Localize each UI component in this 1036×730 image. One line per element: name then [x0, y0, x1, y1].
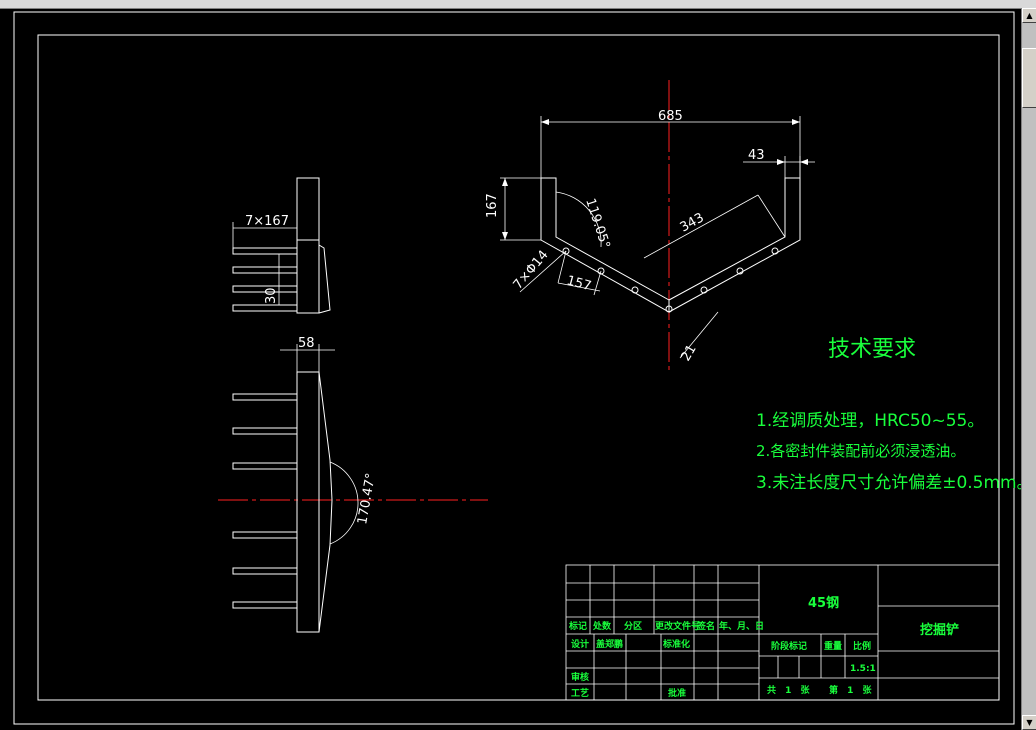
row-label-count: 处数: [592, 620, 612, 632]
scale-value: 1.5:1: [850, 664, 876, 674]
scroll-thumb[interactable]: [1022, 48, 1036, 108]
dim-height-label: 167: [485, 193, 500, 218]
dim-width-label: 685: [658, 109, 683, 124]
standardize-label: 标准化: [662, 638, 690, 650]
process-label: 工艺: [571, 687, 589, 699]
top-view: 685 43 167 343 119.05° 7×Φ14 157 21: [485, 80, 815, 372]
top-view-arrowheads: [502, 119, 808, 240]
approve-label: 批准: [668, 687, 686, 699]
technical-requirements: 技术要求 1.经调质处理，HRC50~55。 2.各密封件装配前必须浸透油。 3…: [756, 337, 1021, 493]
dim-angle-label: 119.05°: [582, 197, 612, 251]
row-label-zone: 分区: [624, 620, 642, 632]
dim-tooth-label: 30: [264, 287, 279, 304]
title-block: 45钢 挖掘铲 标记 处数 分区 更改文件号 签名 年、月、日 设计 盖郑鹏 标…: [565, 564, 1000, 701]
sheet-no-label: 第 1 张: [829, 684, 875, 696]
top-view-dimensions: [500, 116, 815, 359]
dim-front-angle-label: 170.47°: [355, 472, 379, 526]
review-label: 审核: [571, 671, 589, 683]
design-label: 设计: [571, 638, 589, 650]
row-label-change-doc: 更改文件号: [655, 620, 700, 632]
row-label-sign: 签名: [696, 620, 715, 632]
designer-name: 盖郑鹏: [596, 638, 623, 650]
vertical-scrollbar[interactable]: ▲ ▼: [1021, 8, 1036, 730]
row-label-mark: 标记: [568, 620, 587, 632]
top-view-outline: [540, 177, 801, 313]
side-view-outline: [232, 177, 331, 314]
dim-holes-label: 7×Φ14: [511, 248, 552, 293]
dim-pitch-label: 7×167: [245, 214, 289, 229]
row-label-date: 年、月、日: [719, 620, 764, 632]
dim-spacing-label: 157: [565, 273, 593, 294]
stage-mark-label: 阶段标记: [771, 640, 807, 652]
weight-label: 重量: [824, 640, 842, 652]
scroll-down-icon[interactable]: ▼: [1022, 715, 1036, 730]
dim-depth-label: 58: [298, 336, 315, 351]
sheets-total-label: 共 1 张: [767, 684, 813, 696]
side-view: 7×167 30: [232, 177, 331, 314]
scroll-up-icon[interactable]: ▲: [1022, 8, 1036, 23]
material-label: 45钢: [808, 595, 839, 611]
front-view-outline: [232, 371, 333, 633]
tech-req-item-3: 3.未注长度尺寸允许偏差±0.5mm。: [756, 473, 1021, 493]
tech-req-title: 技术要求: [828, 337, 916, 362]
drawing-frame: [13, 11, 1015, 725]
cad-drawing-canvas[interactable]: 685 43 167 343 119.05° 7×Φ14 157 21 7×16…: [0, 0, 1021, 730]
dim-tip-label: 43: [748, 148, 765, 163]
tech-req-item-1: 1.经调质处理，HRC50~55。: [756, 411, 984, 431]
scale-label: 比例: [853, 640, 871, 652]
tech-req-item-2: 2.各密封件装配前必须浸透油。: [756, 442, 965, 460]
dim-thickness-label: 21: [678, 342, 699, 364]
part-name-label: 挖掘铲: [920, 622, 959, 638]
front-view: 58 170.47°: [218, 336, 488, 633]
